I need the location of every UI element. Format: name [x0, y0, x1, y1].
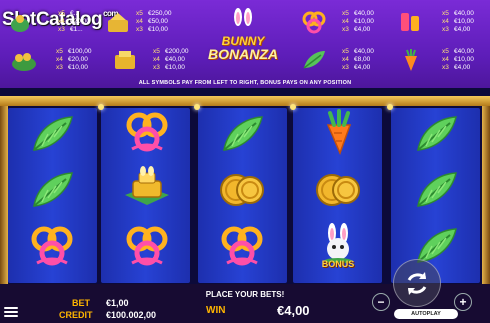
paytable-info-text: ALL SYMBOLS PAY FROM LEFT TO RIGHT, BONU… [138, 80, 352, 86]
bet-label: BET [72, 298, 90, 308]
win-value: €4,00 [277, 303, 310, 318]
paytable-entry: x5 €40,00 x4 €10,00 x3 €4,00 [300, 9, 374, 35]
bonus-bunny-icon: BONUS [310, 218, 366, 274]
frame-light [387, 104, 393, 110]
coins-bowl-icon [10, 47, 38, 73]
bow-icon [300, 9, 328, 35]
bunny-ears-icon [234, 8, 252, 26]
carrot-icon [396, 47, 424, 73]
leaf-icon [408, 166, 464, 214]
paytable-entry: x5 €200,00 x4 €40,00 x3 €10,00 [111, 47, 189, 73]
bow-icon [119, 222, 175, 270]
paytable-entry: x5 €... x4 €20,00 x3 €1... [6, 9, 90, 35]
logo-title-line2: BONANZA [208, 46, 278, 62]
leaf-icon [24, 166, 80, 214]
drink-icon [396, 9, 424, 35]
carrot-cake-icon [104, 9, 132, 35]
bow-icon [214, 222, 270, 270]
leaf-icon [214, 110, 270, 158]
paytable-entry: x5 €100,00 x4 €20,00 x3 €10,00 [10, 47, 92, 73]
credit-value: €100.002,00 [106, 310, 157, 320]
reel-frame-left [0, 106, 8, 284]
leaf-icon [300, 47, 328, 73]
spin-button[interactable] [393, 259, 441, 307]
autoplay-button[interactable]: AUTOPLAY [394, 309, 458, 319]
leaf-icon [408, 110, 464, 158]
coins-icon [214, 166, 270, 214]
decrease-bet-button[interactable]: − [372, 293, 390, 311]
carrot-icon [310, 108, 366, 156]
bunny-bag-icon [6, 9, 34, 35]
game-logo: BUNNY BONANZA [197, 8, 289, 70]
bow-icon [24, 222, 80, 270]
golden-box-icon [111, 47, 139, 73]
paytable-entry: x5 €250,00 x4 €50,00 x3 €10,00 [104, 9, 172, 35]
menu-icon[interactable] [4, 305, 18, 317]
frame-light [290, 104, 296, 110]
paytable-entry: x5 €40,00 x4 €8,00 x3 €4,00 [300, 47, 374, 73]
reel-frame-top [0, 96, 490, 106]
spin-icon [407, 272, 427, 295]
win-label: WIN [206, 305, 226, 316]
increase-bet-button[interactable]: + [454, 293, 472, 311]
paytable-entry: x5 €40,00 x4 €10,00 x3 €4,00 [396, 9, 474, 35]
credit-label: CREDIT [59, 310, 93, 320]
leaf-icon [24, 110, 80, 158]
bet-value: €1,00 [106, 298, 129, 308]
frame-light [194, 104, 200, 110]
golden-box-icon [119, 164, 175, 212]
reel-frame-right [482, 106, 490, 284]
paytable-entry: x5 €40,00 x4 €10,00 x3 €4,00 [396, 47, 474, 73]
bonus-label: BONUS [321, 259, 355, 269]
coins-icon [310, 166, 366, 214]
bow-icon [119, 108, 175, 156]
frame-light [98, 104, 104, 110]
